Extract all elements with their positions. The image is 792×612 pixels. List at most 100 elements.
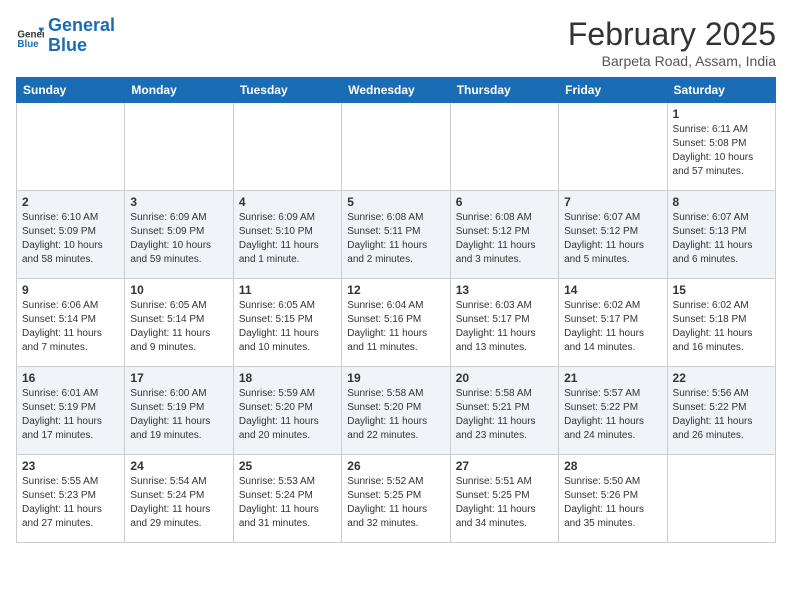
day-header-saturday: Saturday: [667, 78, 775, 103]
day-number: 10: [130, 283, 227, 297]
day-cell: [17, 103, 125, 191]
title-block: February 2025 Barpeta Road, Assam, India: [568, 16, 776, 69]
day-header-friday: Friday: [559, 78, 667, 103]
day-cell: 20 Sunrise: 5:58 AM Sunset: 5:21 PM Dayli…: [450, 367, 558, 455]
day-cell: [342, 103, 450, 191]
day-info: Sunrise: 6:04 AM Sunset: 5:16 PM Dayligh…: [347, 299, 444, 355]
logo-text: GeneralBlue: [48, 16, 115, 56]
day-number: 26: [347, 459, 444, 473]
calendar-body: 1 Sunrise: 6:11 AM Sunset: 5:08 PM Daylig…: [17, 103, 776, 543]
calendar-header-row: SundayMondayTuesdayWednesdayThursdayFrid…: [17, 78, 776, 103]
day-info: Sunrise: 6:08 AM Sunset: 5:12 PM Dayligh…: [456, 211, 553, 267]
day-cell: 19 Sunrise: 5:58 AM Sunset: 5:20 PM Dayli…: [342, 367, 450, 455]
day-number: 22: [673, 371, 770, 385]
day-info: Sunrise: 5:52 AM Sunset: 5:25 PM Dayligh…: [347, 475, 444, 531]
day-info: Sunrise: 6:10 AM Sunset: 5:09 PM Dayligh…: [22, 211, 119, 267]
day-cell: 15 Sunrise: 6:02 AM Sunset: 5:18 PM Dayli…: [667, 279, 775, 367]
day-number: 2: [22, 195, 119, 209]
day-info: Sunrise: 6:05 AM Sunset: 5:15 PM Dayligh…: [239, 299, 336, 355]
week-row-4: 16 Sunrise: 6:01 AM Sunset: 5:19 PM Dayli…: [17, 367, 776, 455]
day-cell: 9 Sunrise: 6:06 AM Sunset: 5:14 PM Daylig…: [17, 279, 125, 367]
day-info: Sunrise: 6:02 AM Sunset: 5:18 PM Dayligh…: [673, 299, 770, 355]
day-number: 16: [22, 371, 119, 385]
day-info: Sunrise: 6:08 AM Sunset: 5:11 PM Dayligh…: [347, 211, 444, 267]
week-row-1: 1 Sunrise: 6:11 AM Sunset: 5:08 PM Daylig…: [17, 103, 776, 191]
day-cell: 18Sunrise: 5:59 AM Sunset: 5:20 PM Dayli…: [233, 367, 341, 455]
day-cell: 5 Sunrise: 6:08 AM Sunset: 5:11 PM Daylig…: [342, 191, 450, 279]
day-number: 4: [239, 195, 336, 209]
day-number: 23: [22, 459, 119, 473]
day-header-tuesday: Tuesday: [233, 78, 341, 103]
day-cell: 8 Sunrise: 6:07 AM Sunset: 5:13 PM Daylig…: [667, 191, 775, 279]
page-header: General Blue GeneralBlue February 2025 B…: [16, 16, 776, 69]
day-cell: 10 Sunrise: 6:05 AM Sunset: 5:14 PM Dayli…: [125, 279, 233, 367]
day-info: Sunrise: 6:01 AM Sunset: 5:19 PM Dayligh…: [22, 387, 119, 443]
day-cell: 6 Sunrise: 6:08 AM Sunset: 5:12 PM Daylig…: [450, 191, 558, 279]
day-cell: [233, 103, 341, 191]
day-cell: [559, 103, 667, 191]
day-info: Sunrise: 5:51 AM Sunset: 5:25 PM Dayligh…: [456, 475, 553, 531]
day-cell: [125, 103, 233, 191]
day-cell: 2 Sunrise: 6:10 AM Sunset: 5:09 PM Daylig…: [17, 191, 125, 279]
day-info: Sunrise: 6:07 AM Sunset: 5:13 PM Dayligh…: [673, 211, 770, 267]
day-header-monday: Monday: [125, 78, 233, 103]
day-info: Sunrise: 6:09 AM Sunset: 5:10 PM Dayligh…: [239, 211, 336, 267]
day-number: 24: [130, 459, 227, 473]
day-cell: 23 Sunrise: 5:55 AM Sunset: 5:23 PM Dayli…: [17, 455, 125, 543]
day-info: Sunrise: 6:11 AM Sunset: 5:08 PM Dayligh…: [673, 123, 770, 179]
day-info: Sunrise: 5:58 AM Sunset: 5:20 PM Dayligh…: [347, 387, 444, 443]
day-cell: 27Sunrise: 5:51 AM Sunset: 5:25 PM Dayli…: [450, 455, 558, 543]
day-number: 20: [456, 371, 553, 385]
day-cell: [667, 455, 775, 543]
day-cell: 22Sunrise: 5:56 AM Sunset: 5:22 PM Dayli…: [667, 367, 775, 455]
logo-icon: General Blue: [16, 22, 44, 50]
day-cell: 3 Sunrise: 6:09 AM Sunset: 5:09 PM Daylig…: [125, 191, 233, 279]
day-number: 3: [130, 195, 227, 209]
day-cell: 28Sunrise: 5:50 AM Sunset: 5:26 PM Dayli…: [559, 455, 667, 543]
day-number: 17: [130, 371, 227, 385]
day-header-thursday: Thursday: [450, 78, 558, 103]
day-info: Sunrise: 6:09 AM Sunset: 5:09 PM Dayligh…: [130, 211, 227, 267]
day-number: 1: [673, 107, 770, 121]
day-info: Sunrise: 5:54 AM Sunset: 5:24 PM Dayligh…: [130, 475, 227, 531]
day-cell: 24 Sunrise: 5:54 AM Sunset: 5:24 PM Dayli…: [125, 455, 233, 543]
day-info: Sunrise: 5:58 AM Sunset: 5:21 PM Dayligh…: [456, 387, 553, 443]
day-header-wednesday: Wednesday: [342, 78, 450, 103]
day-cell: 21Sunrise: 5:57 AM Sunset: 5:22 PM Dayli…: [559, 367, 667, 455]
day-cell: 12 Sunrise: 6:04 AM Sunset: 5:16 PM Dayli…: [342, 279, 450, 367]
day-cell: 13Sunrise: 6:03 AM Sunset: 5:17 PM Dayli…: [450, 279, 558, 367]
day-info: Sunrise: 6:06 AM Sunset: 5:14 PM Dayligh…: [22, 299, 119, 355]
day-number: 7: [564, 195, 661, 209]
day-number: 5: [347, 195, 444, 209]
week-row-2: 2 Sunrise: 6:10 AM Sunset: 5:09 PM Daylig…: [17, 191, 776, 279]
day-cell: 17Sunrise: 6:00 AM Sunset: 5:19 PM Dayli…: [125, 367, 233, 455]
week-row-5: 23 Sunrise: 5:55 AM Sunset: 5:23 PM Dayli…: [17, 455, 776, 543]
day-info: Sunrise: 6:05 AM Sunset: 5:14 PM Dayligh…: [130, 299, 227, 355]
day-number: 14: [564, 283, 661, 297]
day-info: Sunrise: 5:55 AM Sunset: 5:23 PM Dayligh…: [22, 475, 119, 531]
calendar-table: SundayMondayTuesdayWednesdayThursdayFrid…: [16, 77, 776, 543]
day-cell: 7Sunrise: 6:07 AM Sunset: 5:12 PM Daylig…: [559, 191, 667, 279]
day-number: 8: [673, 195, 770, 209]
day-cell: 11Sunrise: 6:05 AM Sunset: 5:15 PM Dayli…: [233, 279, 341, 367]
day-info: Sunrise: 5:53 AM Sunset: 5:24 PM Dayligh…: [239, 475, 336, 531]
day-cell: 14Sunrise: 6:02 AM Sunset: 5:17 PM Dayli…: [559, 279, 667, 367]
day-cell: 26 Sunrise: 5:52 AM Sunset: 5:25 PM Dayli…: [342, 455, 450, 543]
day-cell: [450, 103, 558, 191]
day-cell: 25 Sunrise: 5:53 AM Sunset: 5:24 PM Dayli…: [233, 455, 341, 543]
location: Barpeta Road, Assam, India: [568, 53, 776, 69]
day-number: 15: [673, 283, 770, 297]
day-cell: 16 Sunrise: 6:01 AM Sunset: 5:19 PM Dayli…: [17, 367, 125, 455]
day-number: 9: [22, 283, 119, 297]
day-cell: 1 Sunrise: 6:11 AM Sunset: 5:08 PM Daylig…: [667, 103, 775, 191]
day-number: 12: [347, 283, 444, 297]
day-info: Sunrise: 5:50 AM Sunset: 5:26 PM Dayligh…: [564, 475, 661, 531]
day-header-sunday: Sunday: [17, 78, 125, 103]
day-number: 25: [239, 459, 336, 473]
day-info: Sunrise: 5:57 AM Sunset: 5:22 PM Dayligh…: [564, 387, 661, 443]
month-title: February 2025: [568, 16, 776, 53]
day-number: 19: [347, 371, 444, 385]
day-number: 6: [456, 195, 553, 209]
day-number: 18: [239, 371, 336, 385]
day-cell: 4 Sunrise: 6:09 AM Sunset: 5:10 PM Daylig…: [233, 191, 341, 279]
